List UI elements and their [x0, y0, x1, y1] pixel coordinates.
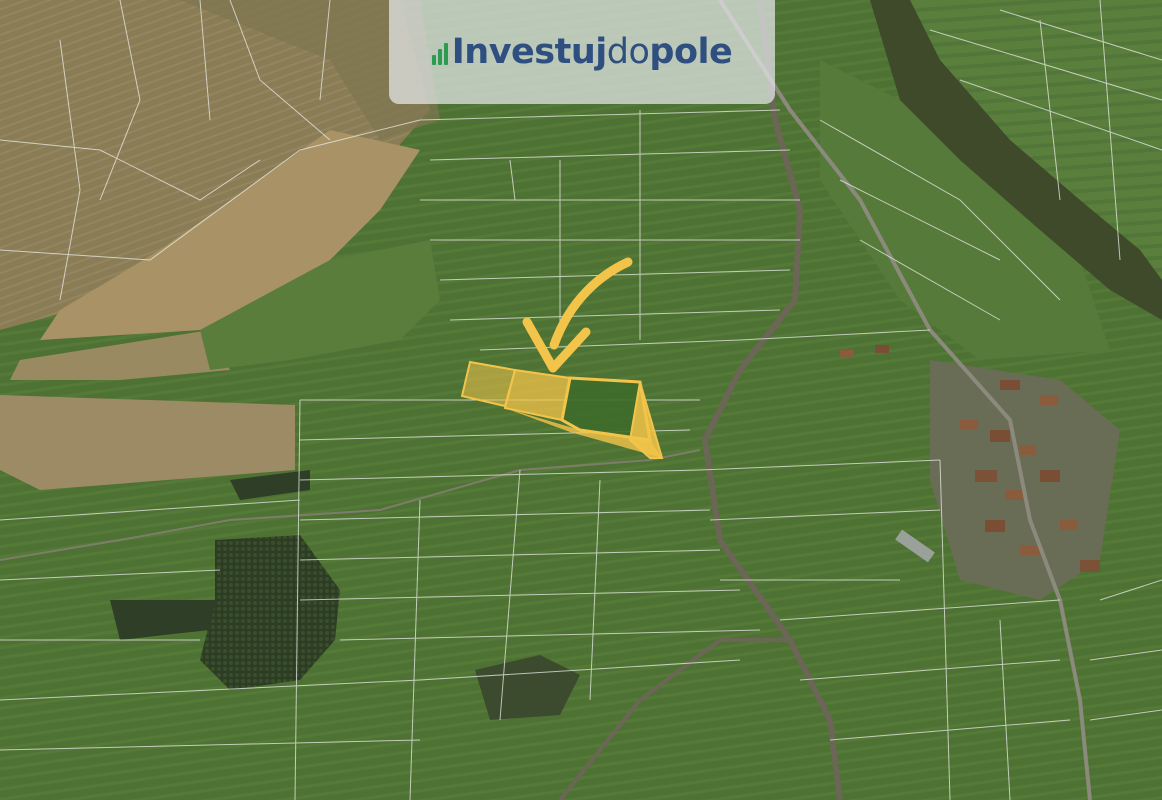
logo-bars-icon: [431, 39, 448, 65]
satellite-map[interactable]: [0, 0, 1162, 800]
logo-brand-name: Investujdopole: [451, 32, 733, 72]
logo-brand-part-do: do: [606, 32, 650, 72]
logo-brand-part-pole: pole: [649, 32, 733, 72]
brand-logo-banner: Investujdopole: [389, 0, 775, 104]
logo-brand-part-invest: Investuj: [451, 32, 607, 72]
